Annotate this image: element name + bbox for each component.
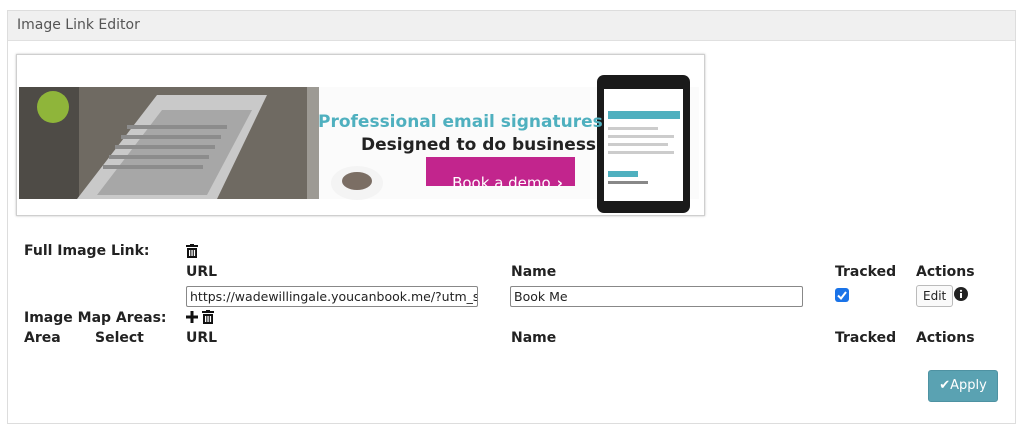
full-link-name-header: Name	[511, 264, 557, 280]
full-link-actions-header: Actions	[916, 264, 975, 280]
edit-button[interactable]: Edit	[916, 285, 954, 307]
apply-button[interactable]: ✔Apply	[928, 370, 998, 402]
full-link-tracked-header: Tracked	[835, 264, 897, 280]
banner-headline: Professional email signatures	[318, 112, 603, 132]
map-name-header: Name	[511, 330, 557, 346]
map-select-header: Select	[95, 330, 144, 346]
full-link-url-header: URL	[186, 264, 218, 280]
banner-subhead: Designed to do business	[361, 135, 597, 155]
check-icon: ✔	[939, 378, 951, 393]
map-actions-header: Actions	[916, 330, 975, 346]
image-map-areas-label: Image Map Areas:	[24, 310, 167, 326]
info-icon[interactable]	[954, 287, 968, 301]
checkmark-icon	[837, 291, 847, 301]
map-url-header: URL	[186, 330, 218, 346]
url-input[interactable]: https://wadewillingale.youcanbook.me/?ut…	[186, 286, 478, 307]
chevron-right-icon: ›	[556, 173, 563, 192]
map-tracked-header: Tracked	[835, 330, 897, 346]
plus-icon[interactable]	[186, 311, 198, 323]
trash-icon[interactable]	[186, 244, 198, 258]
full-image-link-label: Full Image Link:	[24, 243, 150, 259]
panel-title: Image Link Editor	[8, 11, 1015, 41]
banner-cta-label: Book a demo	[452, 173, 551, 192]
name-input[interactable]: Book Me	[510, 286, 803, 307]
trash-icon[interactable]	[202, 310, 214, 324]
map-area-header: Area	[24, 330, 61, 346]
apply-label: Apply	[950, 378, 987, 393]
tracked-checkbox[interactable]	[835, 288, 849, 302]
banner-cta-button: Book a demo ›	[433, 168, 582, 197]
